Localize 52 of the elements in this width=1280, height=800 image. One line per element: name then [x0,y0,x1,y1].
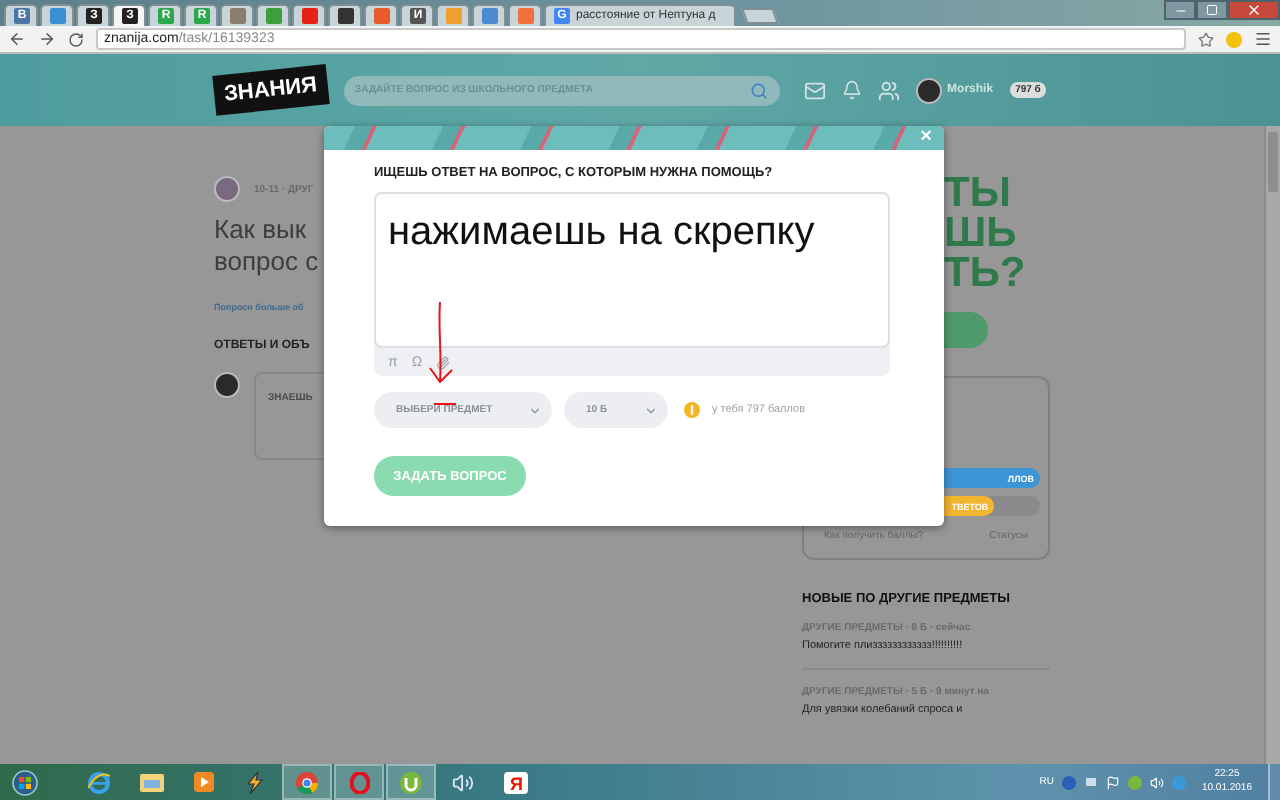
taskbar-app-button[interactable] [386,764,436,800]
start-button[interactable] [12,769,38,795]
taskbar-app-button[interactable] [282,764,332,800]
promo-heading-line: ШЬ [944,214,1017,254]
yandex-icon: Я [503,771,527,793]
coin-icon [684,402,700,418]
new-tab-button[interactable] [741,8,779,24]
flag-icon[interactable] [1105,775,1120,789]
question-title: Как вык вопрос с [214,214,319,278]
maximize-icon [1206,4,1218,16]
question-input-field[interactable]: нажимаешь на скрепку [374,192,890,348]
paperclip-icon[interactable] [436,355,451,369]
mail-icon[interactable] [803,79,826,101]
speaker-icon [452,771,474,793]
reload-icon[interactable] [68,31,84,47]
chevron-down-icon [644,403,658,417]
close-button[interactable]: × [918,128,934,148]
back-icon[interactable] [8,30,26,48]
tray-app-icon[interactable] [1061,775,1076,789]
browser-tab[interactable] [328,4,362,26]
chrome-icon [296,771,318,793]
asker-avatar [214,176,240,202]
site-logo[interactable]: ЗНАНИЯ [212,64,329,116]
maximize-button[interactable] [1196,0,1228,20]
show-desktop-button[interactable] [1268,764,1280,800]
star-icon[interactable] [1198,31,1214,47]
network-icon[interactable] [1083,775,1098,789]
volume-icon[interactable] [1149,775,1164,789]
close-window-button[interactable] [1228,0,1280,20]
search-icon[interactable] [749,81,768,99]
chevron-down-icon [528,403,542,417]
promo-heading-line: ТЫ [944,174,1011,214]
bell-icon[interactable] [841,80,862,100]
utorrent-icon[interactable] [1127,775,1142,789]
minimize-button[interactable] [1164,0,1196,20]
browser-e-icon [88,771,110,793]
taskbar-app-button[interactable]: Я [490,764,540,800]
close-icon [1246,2,1262,18]
extension-icon[interactable] [1226,31,1242,47]
user-avatar[interactable] [915,77,942,103]
bolt-icon [244,771,266,793]
user-avatar [214,372,240,398]
promo-heading-line: ТЬ? [944,254,1026,294]
play-icon [193,772,213,792]
utorrent-icon [400,771,422,793]
opera-icon [349,771,369,793]
scrollbar[interactable] [1264,126,1280,764]
friends-icon[interactable] [877,79,900,101]
forward-icon[interactable] [38,30,56,48]
folder-icon [139,772,163,792]
taskbar-app-button[interactable] [334,764,384,800]
menu-icon[interactable] [1254,30,1272,48]
